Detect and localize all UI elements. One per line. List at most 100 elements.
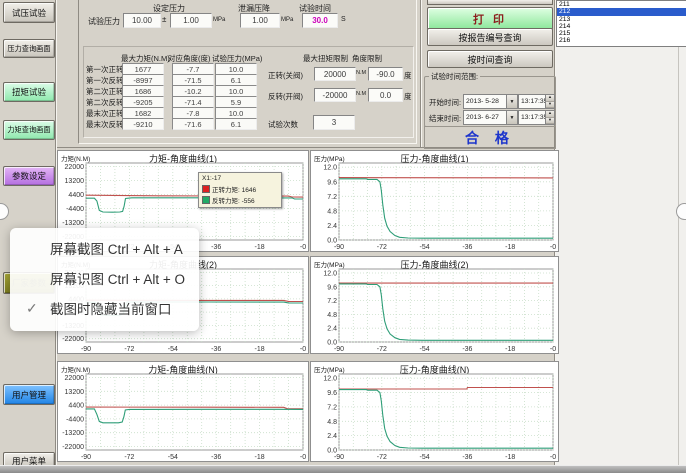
right-splitter-handle[interactable]	[676, 203, 686, 220]
svg-text:-72: -72	[124, 454, 134, 461]
svg-text:2.4: 2.4	[327, 326, 337, 333]
reverse-torque-unit: N.M	[356, 91, 366, 97]
right-edge-divider	[678, 45, 679, 465]
end-time-spin-icons[interactable]: ▲▼	[545, 111, 554, 124]
svg-text:-4400: -4400	[66, 416, 84, 423]
report-list-item[interactable]: 216	[557, 37, 686, 44]
svg-text:9.6: 9.6	[327, 390, 337, 397]
mpa-unit-1: MPa	[213, 17, 225, 23]
start-time-label: 开始时间:	[429, 97, 461, 108]
report-list-item[interactable]: 215	[557, 30, 686, 37]
svg-text:-72: -72	[377, 244, 387, 251]
svg-text:-90: -90	[81, 346, 91, 353]
svg-text:-36: -36	[462, 346, 472, 353]
svg-text:0.0: 0.0	[327, 448, 337, 455]
report-list-item[interactable]: 212	[557, 8, 686, 15]
start-time-spinner[interactable]: 13:17:35 ▲▼	[518, 94, 555, 109]
svg-text:-72: -72	[124, 346, 134, 353]
end-date-value: 2013- 6-27	[464, 114, 506, 121]
mpa-unit-2: MPa	[281, 17, 293, 23]
svg-text:-22000: -22000	[62, 336, 84, 343]
end-date-dropdown-icon[interactable]: ▼	[506, 111, 517, 124]
sidebar-item-user-manage[interactable]: 用户管理	[3, 384, 55, 405]
chart-plot-area: -90-72-54-36-18-012.09.67.24.82.40.0	[311, 151, 558, 251]
query-by-report-button[interactable]: 按报告编号查询	[427, 28, 553, 46]
seconds-unit: S	[341, 16, 346, 23]
menu-item-hide-window[interactable]: ✓ 截图时隐藏当前窗口	[10, 293, 199, 323]
start-time-spin-icons[interactable]: ▲▼	[545, 95, 554, 108]
forward-torque-input[interactable]: 20000	[314, 67, 356, 81]
sidebar-item-torque-test[interactable]: 扭矩试验	[3, 82, 55, 102]
table-row: 第二次反转-9205-71.45.9	[86, 96, 261, 106]
reverse-torque-input[interactable]: -20000	[314, 88, 356, 102]
left-splitter-handle[interactable]	[0, 203, 9, 220]
pressure-angle-chart-2: 压力(MPa) 压力-角度曲线(2) -90-72-54-36-18-012.0…	[310, 256, 559, 354]
svg-text:12.0: 12.0	[323, 376, 337, 383]
svg-text:-54: -54	[420, 244, 430, 251]
svg-text:-22000: -22000	[62, 444, 84, 451]
reverse-angle-input[interactable]: 0.0	[368, 88, 403, 102]
svg-text:-13200: -13200	[62, 430, 84, 437]
forward-angle-unit: 度	[404, 70, 412, 81]
forward-torque-swatch	[202, 185, 210, 193]
tolerance-input[interactable]: 1.00	[170, 13, 212, 28]
sidebar-item-torque-query[interactable]: 力矩查询画面	[3, 120, 55, 140]
row-label: 最末次反转	[86, 119, 124, 130]
chart-plot-area: -90-72-54-36-18-022000132004400-4400-132…	[58, 362, 308, 461]
leak-drop-input[interactable]: 1.00	[240, 13, 280, 28]
test-pressure-input[interactable]: 10.00	[123, 13, 161, 28]
svg-text:13200: 13200	[65, 178, 85, 185]
svg-text:-18: -18	[255, 454, 265, 461]
sidebar-item-pressure-query[interactable]: 压力查询画面	[3, 39, 55, 58]
forward-close-label: 正转(关阀)	[268, 70, 303, 81]
svg-text:-36: -36	[211, 244, 221, 251]
end-date-picker[interactable]: 2013- 6-27 ▼	[463, 110, 518, 125]
svg-text:-90: -90	[334, 454, 344, 461]
angle-limit-header: 角度限制	[352, 53, 382, 64]
start-date-picker[interactable]: 2013- 5-28 ▼	[463, 94, 518, 109]
test-count-input[interactable]: 3	[313, 115, 355, 130]
svg-text:-54: -54	[420, 454, 430, 461]
reverse-open-label: 反转(开阀)	[268, 91, 303, 102]
report-list-item[interactable]: 213	[557, 16, 686, 23]
sidebar-item-parameter-set[interactable]: 参数设定	[3, 166, 55, 186]
result-badge: 合 格	[424, 126, 556, 149]
table-row: 最末次正转1682-7.810.0	[86, 107, 261, 117]
tooltip-header: X1:-17	[202, 175, 278, 182]
svg-text:-36: -36	[211, 454, 221, 461]
torque-results-table: 第一次正转1677-7.710.0第一次反转-8997-71.56.1第二次正转…	[86, 63, 266, 131]
start-date-dropdown-icon[interactable]: ▼	[506, 95, 517, 108]
svg-text:-18: -18	[505, 346, 515, 353]
svg-text:7.2: 7.2	[327, 298, 337, 305]
svg-text:12.0: 12.0	[323, 271, 337, 278]
test-pressure-label: 试验压力	[88, 16, 120, 27]
clipped-top-button[interactable]	[427, 0, 553, 5]
report-list-item[interactable]: 211	[557, 1, 686, 8]
report-number-list[interactable]: 211212213214215216	[556, 0, 686, 47]
print-button[interactable]: 打 印	[427, 7, 553, 30]
svg-text:22000: 22000	[65, 164, 85, 171]
test-time-input[interactable]: 30.0	[302, 13, 338, 28]
svg-text:-90: -90	[81, 454, 91, 461]
menu-item-screen-ocr[interactable]: 屏幕识图 Ctrl + Alt + O	[10, 263, 199, 293]
menu-item-screen-capture[interactable]: 屏幕截图 Ctrl + Alt + A	[10, 233, 199, 263]
app-window: 试压试验 压力查询画面 扭矩试验 力矩查询画面 参数设定 厂家参数 用户管理 用…	[0, 0, 686, 473]
sidebar-item-pressure-test[interactable]: 试压试验	[3, 2, 55, 23]
svg-text:-54: -54	[168, 346, 178, 353]
table-row: 第一次反转-8997-71.56.1	[86, 74, 261, 84]
svg-text:4.8: 4.8	[327, 312, 337, 319]
screenshot-context-menu: 屏幕截图 Ctrl + Alt + A 屏幕识图 Ctrl + Alt + O …	[10, 228, 199, 331]
query-by-time-button[interactable]: 按时间查询	[427, 50, 553, 68]
svg-text:-0: -0	[550, 346, 556, 353]
end-time-value: 13:17:35	[519, 114, 545, 121]
svg-text:-72: -72	[377, 454, 387, 461]
plus-minus-label: ±	[162, 15, 166, 24]
svg-text:0.0: 0.0	[327, 340, 337, 347]
forward-angle-input[interactable]: -90.0	[368, 67, 403, 81]
end-time-spinner[interactable]: 13:17:35 ▲▼	[518, 110, 555, 125]
svg-text:-0: -0	[300, 346, 306, 353]
svg-text:9.6: 9.6	[327, 179, 337, 186]
report-list-item[interactable]: 214	[557, 23, 686, 30]
svg-text:-0: -0	[300, 454, 306, 461]
svg-text:4400: 4400	[68, 403, 84, 410]
